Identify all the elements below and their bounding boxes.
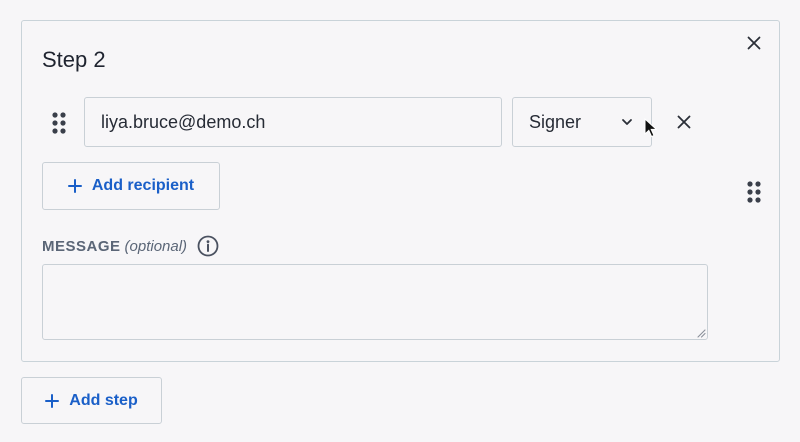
remove-recipient-button[interactable] xyxy=(673,111,695,133)
message-label: MESSAGE (optional) xyxy=(42,235,219,257)
recipient-email-input[interactable] xyxy=(84,97,502,147)
close-icon xyxy=(677,115,691,129)
recipient-role-select[interactable]: Signer xyxy=(512,97,652,147)
message-textarea[interactable] xyxy=(42,264,708,340)
mouse-cursor-icon xyxy=(644,118,658,138)
close-icon xyxy=(747,36,761,50)
role-select-value: Signer xyxy=(529,111,582,132)
step-title: Step 2 xyxy=(42,47,106,72)
recipient-drag-handle[interactable] xyxy=(51,111,67,135)
plus-icon xyxy=(67,179,82,193)
drag-handle-icon xyxy=(52,112,66,134)
step-drag-handle[interactable] xyxy=(746,180,762,204)
chevron-down-icon xyxy=(622,119,632,125)
add-step-label: Add step xyxy=(69,391,138,409)
resize-grip-icon[interactable] xyxy=(697,329,706,338)
add-recipient-button[interactable]: Add recipient xyxy=(42,162,220,210)
message-label-text: MESSAGE xyxy=(42,237,121,255)
drag-handle-icon xyxy=(747,181,761,203)
info-icon[interactable] xyxy=(197,235,219,257)
add-step-button[interactable]: Add step xyxy=(21,377,162,424)
plus-icon xyxy=(45,393,60,408)
step-card: Step 2 Signer Add rec xyxy=(21,20,780,362)
message-optional-text: (optional) xyxy=(124,237,188,255)
close-step-button[interactable] xyxy=(743,32,765,54)
add-recipient-label: Add recipient xyxy=(91,177,195,194)
